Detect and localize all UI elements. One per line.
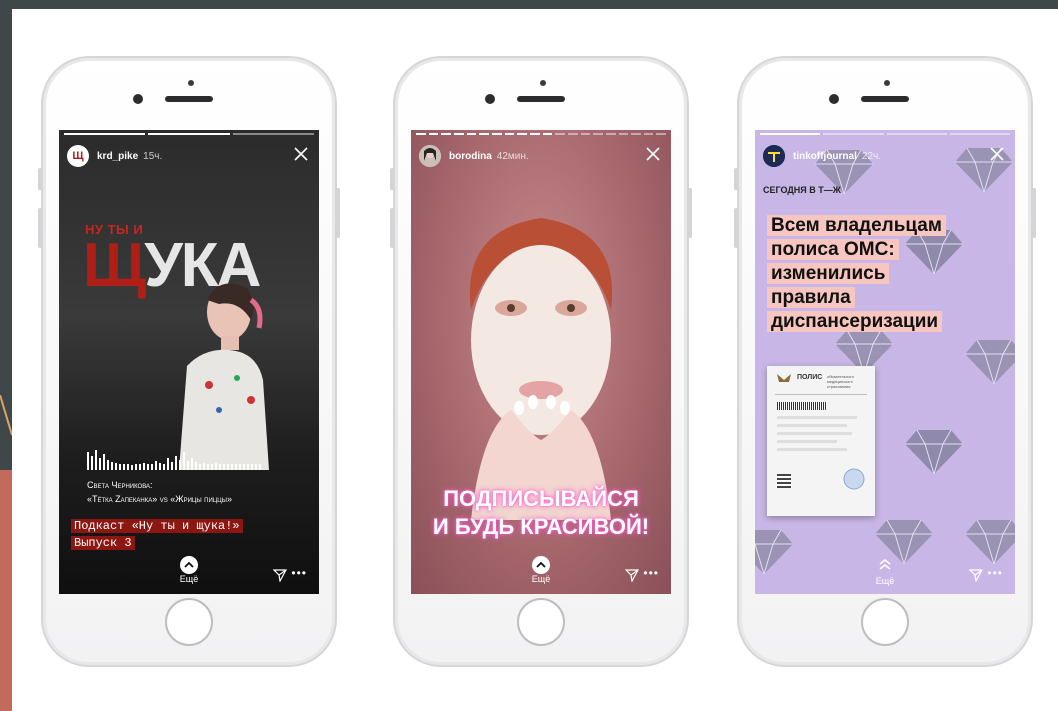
- phone-mockup-1: Щ krd_pike 15ч. НУ ТЫ И ЩУКА Света Черни…: [38, 56, 340, 667]
- guest-line: «Тётка Zапеканка» vs «Жрицы пиццы»: [87, 494, 232, 504]
- close-icon[interactable]: [989, 146, 1005, 162]
- sheet-mask-photo: [469, 218, 613, 520]
- story-screen-3[interactable]: tinkoffjournal 22ч. СЕГОДНЯ В Т—Ж Всем в…: [755, 130, 1015, 594]
- sensor-dot: [540, 80, 546, 86]
- send-icon[interactable]: [969, 568, 983, 582]
- sensor-dot: [884, 80, 890, 86]
- avatar[interactable]: Щ: [67, 145, 89, 167]
- see-more-label: Ещё: [531, 574, 551, 584]
- story-footer: Ещё •••: [59, 556, 319, 586]
- avatar[interactable]: [419, 145, 441, 167]
- chevron-up-icon: [879, 558, 891, 570]
- see-more-label: Ещё: [179, 574, 199, 584]
- story-screen-2[interactable]: borodina 42мин. ПОДПИСЫВАЙСЯ И БУДЬ КРАС…: [411, 130, 671, 594]
- story-progress: [416, 133, 667, 135]
- front-camera: [829, 94, 839, 104]
- section-kicker: СЕГОДНЯ В Т—Ж: [763, 185, 841, 195]
- send-icon[interactable]: [625, 568, 639, 582]
- see-more-label: Ещё: [875, 576, 895, 586]
- insurance-policy-image: ПОЛИС обязательного медицинского страхов…: [767, 366, 875, 516]
- front-camera: [133, 94, 143, 104]
- more-options-icon[interactable]: •••: [291, 566, 307, 580]
- username[interactable]: krd_pike: [97, 151, 138, 162]
- earpiece-speaker: [517, 96, 565, 102]
- phone-mockup-2: borodina 42мин. ПОДПИСЫВАЙСЯ И БУДЬ КРАС…: [390, 56, 692, 667]
- earpiece-speaker: [861, 96, 909, 102]
- see-more-button[interactable]: Ещё: [530, 556, 552, 584]
- post-time: 42мин.: [496, 150, 529, 162]
- home-button[interactable]: [517, 598, 565, 646]
- phone-mockup-3: tinkoffjournal 22ч. СЕГОДНЯ В Т—Ж Всем в…: [734, 56, 1036, 667]
- headline-line: Всем владельцам: [767, 215, 946, 236]
- podcast-line-1: Подкаст «Ну ты и щука!»: [71, 519, 243, 533]
- home-button[interactable]: [165, 598, 213, 646]
- cta-line-2: И БУДЬ КРАСИВОЙ!: [432, 514, 650, 539]
- send-icon[interactable]: [273, 568, 287, 582]
- story-header: borodina 42мин.: [419, 144, 663, 168]
- post-time: 22ч.: [861, 150, 882, 162]
- story-header: tinkoffjournal 22ч.: [763, 144, 1007, 168]
- tinkoff-logo-icon: [763, 145, 785, 167]
- cta-line-1: ПОДПИСЫВАЙСЯ: [443, 486, 639, 511]
- diamond-pattern: [965, 340, 1015, 384]
- audio-waveform: [87, 448, 261, 470]
- front-camera: [485, 94, 495, 104]
- username[interactable]: tinkoffjournal: [793, 151, 857, 162]
- decorative-band: [0, 470, 12, 711]
- close-icon[interactable]: [645, 146, 661, 162]
- story-screen-1[interactable]: Щ krd_pike 15ч. НУ ТЫ И ЩУКА Света Черни…: [59, 130, 319, 594]
- see-more-button[interactable]: Ещё: [178, 556, 200, 584]
- headline-line: правила: [767, 287, 855, 308]
- earpiece-speaker: [165, 96, 213, 102]
- podcast-caption: Подкаст «Ну ты и щука!» Выпуск 3: [71, 518, 243, 552]
- hologram-seal-icon: [843, 468, 865, 490]
- story-footer: Ещё •••: [755, 556, 1015, 586]
- doc-title: ПОЛИС: [797, 374, 823, 381]
- show-title-red: Щ: [83, 231, 146, 300]
- diamond-pattern: [905, 430, 963, 474]
- avatar-photo: [419, 145, 441, 167]
- story-progress: [760, 133, 1010, 135]
- story-headline: Всем владельцам полиса ОМС: изменились п…: [767, 214, 1007, 334]
- doc-subtitle: обязательного медицинского страхования: [827, 374, 854, 389]
- more-options-icon[interactable]: •••: [987, 566, 1003, 580]
- emblem-icon: [777, 374, 791, 382]
- story-progress: [64, 133, 314, 135]
- avatar[interactable]: [763, 145, 785, 167]
- post-time: 15ч.: [143, 150, 163, 162]
- more-options-icon[interactable]: •••: [643, 566, 659, 580]
- podcast-line-2: Выпуск 3: [71, 536, 135, 550]
- decorative-line: [0, 395, 12, 436]
- headline-line: полиса ОМС:: [767, 239, 899, 260]
- home-button[interactable]: [861, 598, 909, 646]
- story-call-to-action: ПОДПИСЫВАЙСЯ И БУДЬ КРАСИВОЙ!: [411, 485, 671, 541]
- headline-line: изменились: [767, 263, 890, 284]
- sensor-dot: [188, 80, 194, 86]
- chevron-up-icon: [536, 561, 546, 568]
- guest-info: Света Черникова: «Тётка Zапеканка» vs «Ж…: [87, 478, 232, 506]
- story-header: Щ krd_pike 15ч.: [67, 144, 311, 168]
- chevron-up-icon: [184, 561, 194, 568]
- story-footer: Ещё •••: [411, 556, 671, 586]
- headline-line: диспансеризации: [767, 311, 943, 332]
- guest-name: Света Черникова:: [87, 480, 153, 490]
- see-more-button[interactable]: Ещё: [874, 556, 896, 586]
- username[interactable]: borodina: [449, 151, 492, 162]
- close-icon[interactable]: [293, 146, 309, 162]
- host-photo: [179, 283, 269, 470]
